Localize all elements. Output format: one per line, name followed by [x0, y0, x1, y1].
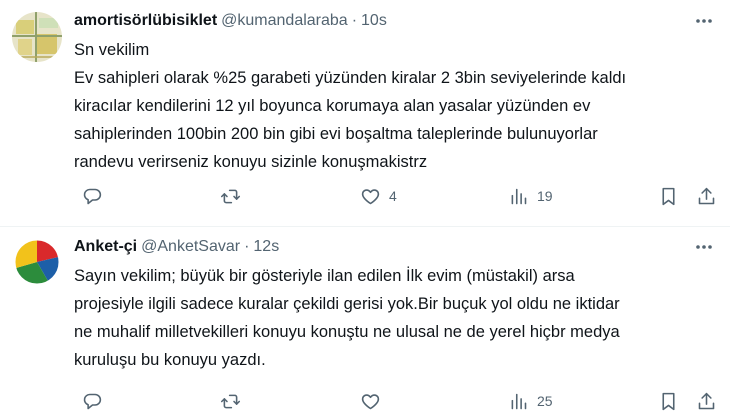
user-handle[interactable]: @AnketSavar: [141, 238, 240, 256]
views-chart-icon: [511, 188, 527, 204]
bookmark-button[interactable]: [658, 184, 679, 208]
like-count: 4: [389, 188, 397, 204]
reply-button[interactable]: [82, 184, 111, 208]
tweet-text: Sn vekilim Ev sahipleri olarak %25 garab…: [74, 36, 714, 176]
avatar[interactable]: [12, 12, 62, 62]
display-name[interactable]: amortisörlübisiklet: [74, 12, 217, 30]
bookmark-button[interactable]: [658, 389, 679, 413]
tweet-text-line: Sn vekilim: [74, 41, 150, 59]
tweet-text-line: projesiyle ilgili sadece kuralar çekildi…: [74, 295, 620, 313]
share-button[interactable]: [696, 389, 717, 413]
tweet-text-line: kuruluşu bu konuyu yazdı.: [74, 351, 266, 369]
timestamp[interactable]: 12s: [253, 238, 279, 256]
retweet-icon: [220, 394, 241, 408]
tweet-actions: 25: [74, 389, 724, 413]
tweet[interactable]: Anket-çi @AnketSavar · 12s Sayın vekilim…: [0, 227, 730, 420]
separator-dot: ·: [351, 12, 358, 29]
retweet-button[interactable]: [220, 184, 249, 208]
tweet-header: amortisörlübisiklet @kumandalaraba · 10s: [74, 10, 387, 32]
more-button[interactable]: [690, 236, 718, 258]
reply-icon: [83, 188, 102, 204]
tweet-actions: 4 19: [74, 184, 724, 208]
like-button[interactable]: 4: [360, 184, 397, 208]
tweet[interactable]: amortisörlübisiklet @kumandalaraba · 10s…: [0, 0, 730, 226]
separator-dot: ·: [244, 238, 250, 255]
tweet-text-line: kiracılar kendilerini 12 yıl boyunca kor…: [74, 97, 591, 115]
like-button[interactable]: [360, 389, 389, 413]
more-horizontal-icon: [696, 19, 712, 23]
tweet-text-line: Ev sahipleri olarak %25 garabeti yüzünde…: [74, 69, 627, 87]
avatar-image: [12, 237, 62, 287]
views-button[interactable]: 19: [508, 184, 553, 208]
tweet-text-line: Sayın vekilim; büyük bir gösteriyle ilan…: [74, 267, 575, 285]
share-button[interactable]: [696, 184, 717, 208]
avatar[interactable]: [12, 237, 62, 287]
view-count: 25: [537, 393, 553, 409]
bookmark-icon: [662, 187, 675, 205]
tweet-text: Sayın vekilim; büyük bir gösteriyle ilan…: [74, 262, 714, 374]
share-icon: [698, 187, 715, 204]
timestamp[interactable]: 10s: [361, 12, 387, 30]
user-handle[interactable]: @kumandalaraba: [221, 12, 348, 30]
retweet-button[interactable]: [220, 389, 249, 413]
avatar-image: [12, 12, 62, 62]
tweet-text-line: sahiplerinden 100bin 200 bin gibi evi bo…: [74, 125, 598, 143]
views-chart-icon: [511, 393, 527, 409]
tweet-header: Anket-çi @AnketSavar · 12s: [74, 236, 279, 258]
views-button[interactable]: 25: [508, 389, 553, 413]
reply-icon: [83, 393, 102, 409]
display-name[interactable]: Anket-çi: [74, 238, 137, 256]
share-icon: [698, 392, 715, 409]
reply-button[interactable]: [82, 389, 111, 413]
view-count: 19: [537, 188, 553, 204]
heart-icon: [361, 188, 380, 204]
more-horizontal-icon: [696, 245, 712, 249]
tweet-text-line: randevu verirseniz konuyu sizinle konuşm…: [74, 153, 428, 171]
heart-icon: [361, 393, 380, 409]
retweet-icon: [220, 189, 241, 203]
bookmark-icon: [662, 392, 675, 410]
tweet-text-line: ne muhalif milletvekilleri konuyu konuşt…: [74, 323, 620, 341]
more-button[interactable]: [690, 10, 718, 32]
